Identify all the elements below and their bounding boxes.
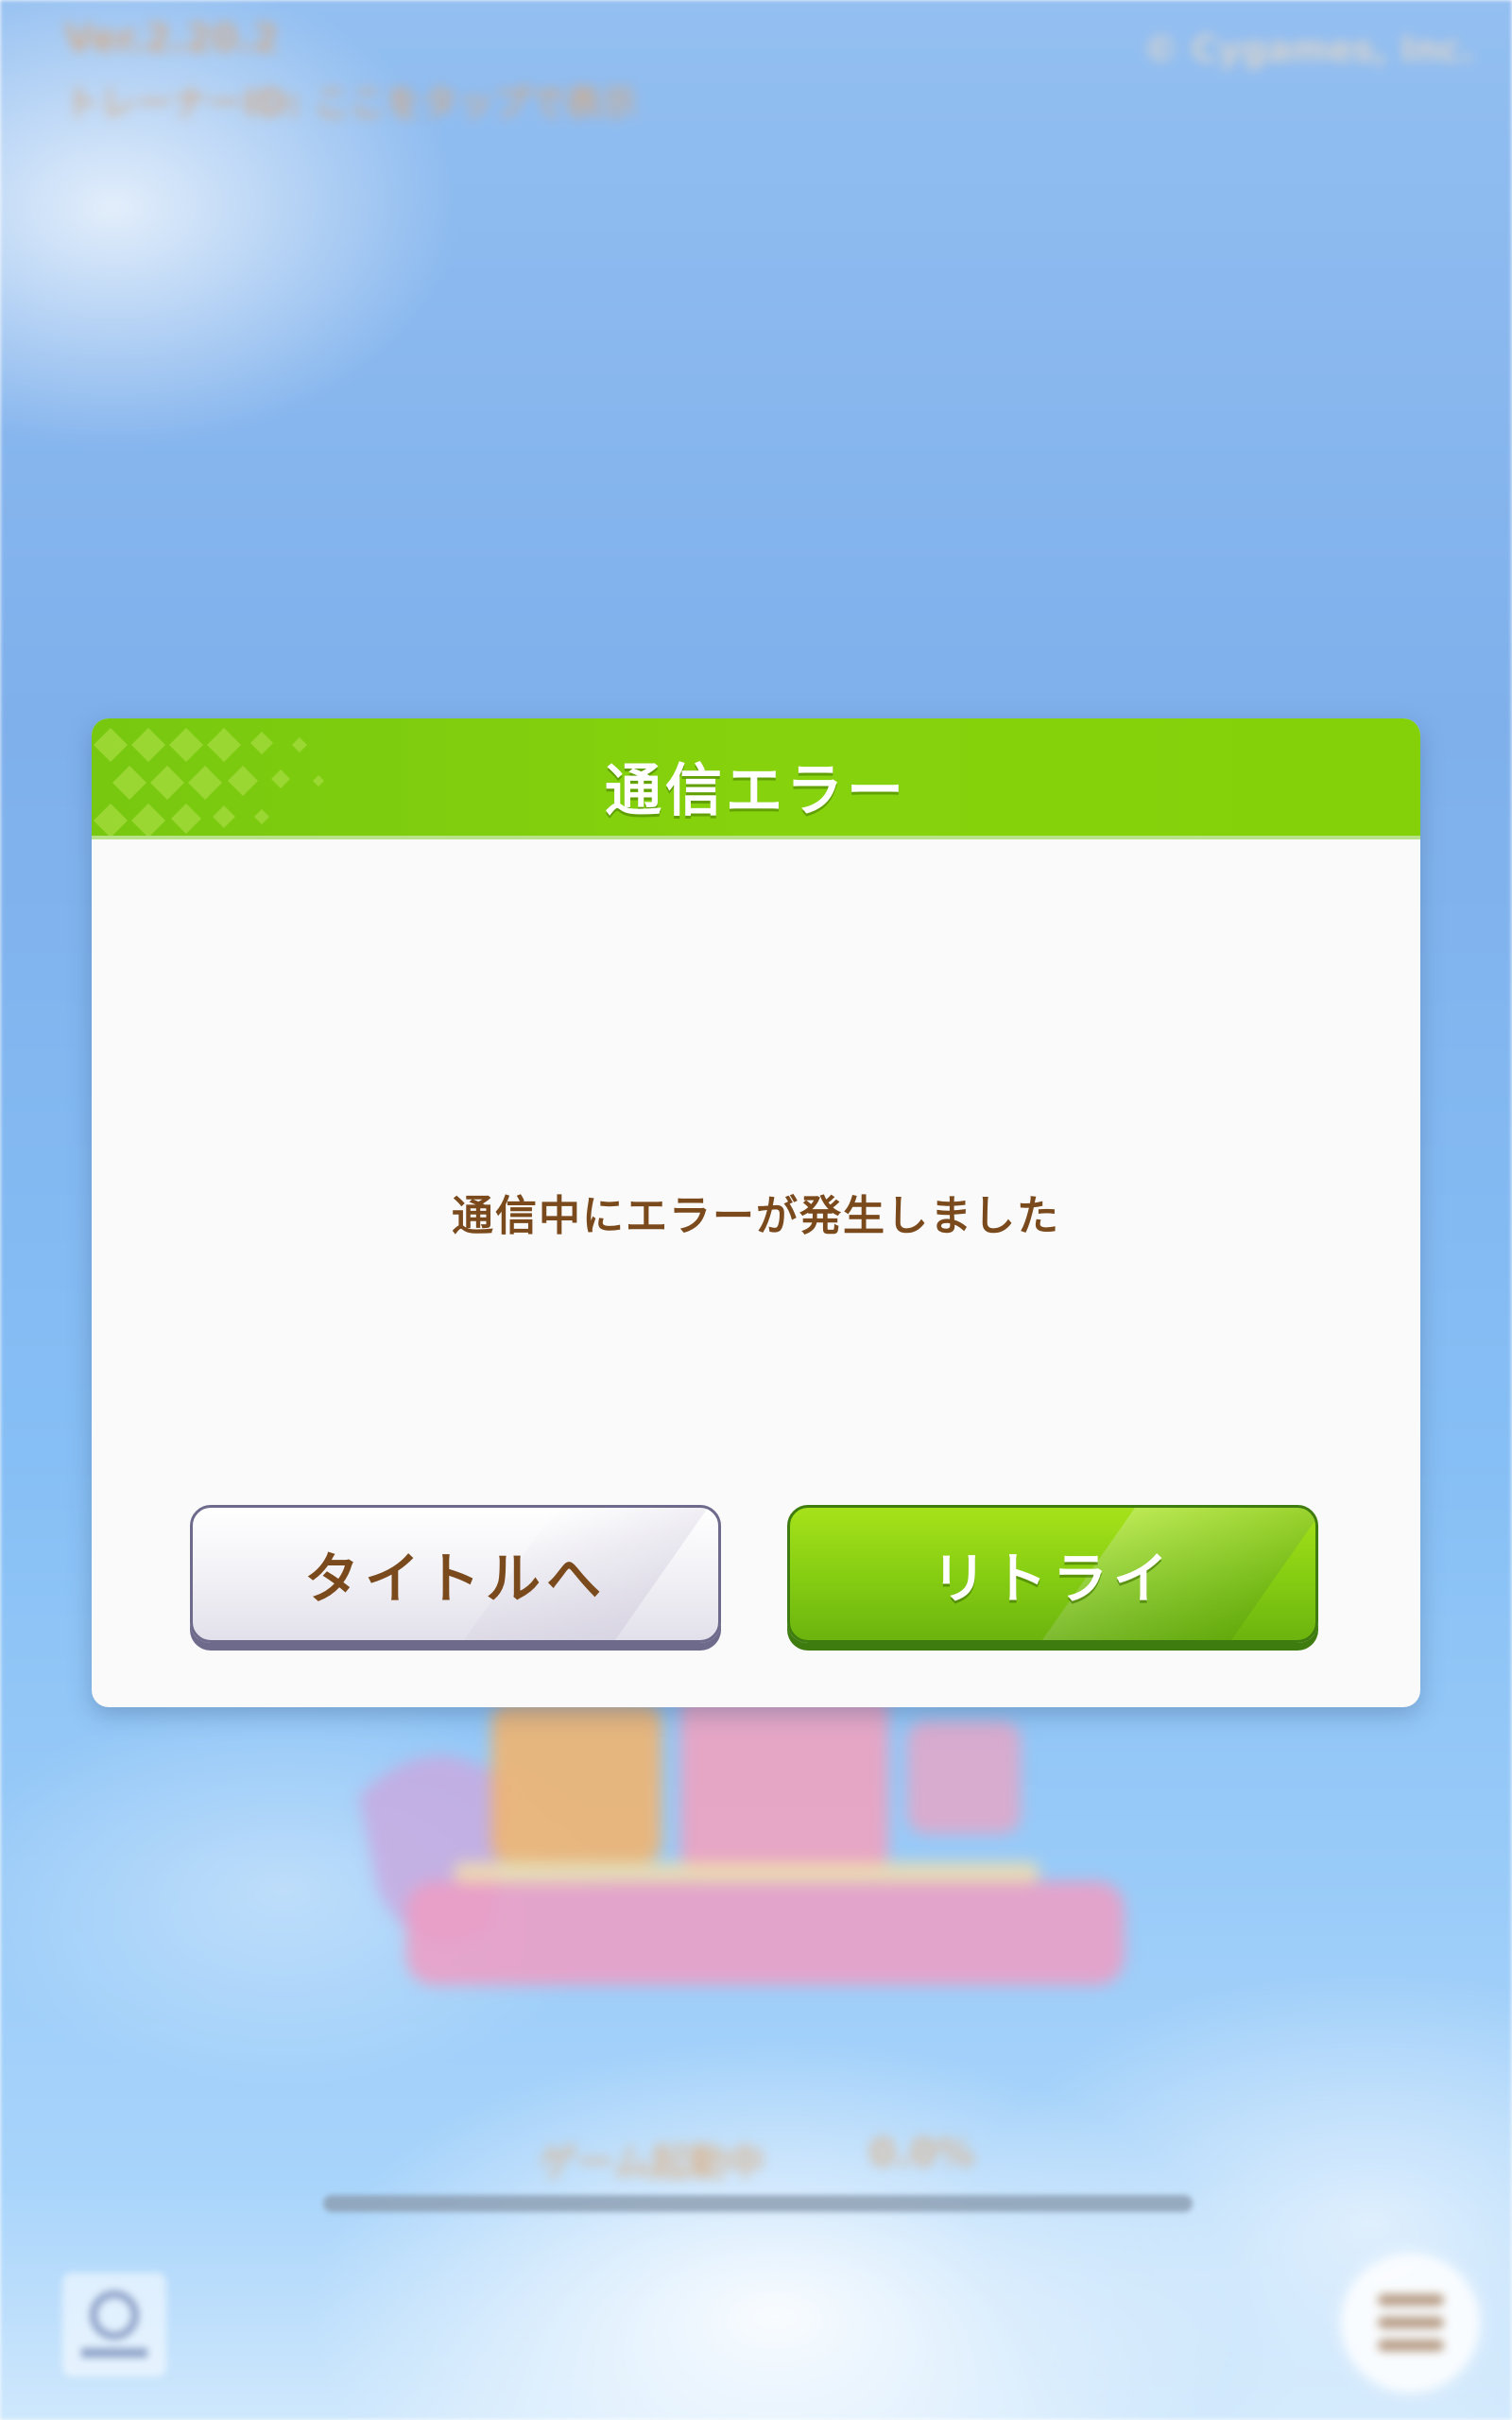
- dialog-header: 通信エラー: [92, 718, 1420, 839]
- version-label: Ver.2.20.2: [64, 17, 279, 60]
- loading-progress-bar: [323, 2195, 1193, 2212]
- dialog-message: 通信中にエラーが発生しました: [452, 1192, 1060, 1240]
- loading-percent: 0.0%: [869, 2132, 974, 2175]
- error-dialog: 通信エラー 通信中にエラーが発生しました タイトルへ リトライ: [92, 718, 1420, 1707]
- copyright-label: © Cygames, Inc.: [1143, 28, 1474, 70]
- reset-icon: [81, 2290, 147, 2358]
- dialog-title: 通信エラー: [605, 758, 907, 824]
- menu-button[interactable]: [1342, 2255, 1479, 2392]
- retry-button[interactable]: リトライ: [787, 1505, 1318, 1643]
- reset-button[interactable]: [62, 2273, 166, 2377]
- trainer-id-label[interactable]: トレーナーID: ここをタップで表示: [64, 74, 637, 126]
- retry-button-label: リトライ: [931, 1547, 1174, 1611]
- game-logo: [359, 1692, 1125, 1985]
- to-title-button[interactable]: タイトルへ: [190, 1505, 721, 1643]
- loading-label: ゲーム起動中: [539, 2141, 765, 2185]
- to-title-button-label: タイトルへ: [303, 1547, 607, 1611]
